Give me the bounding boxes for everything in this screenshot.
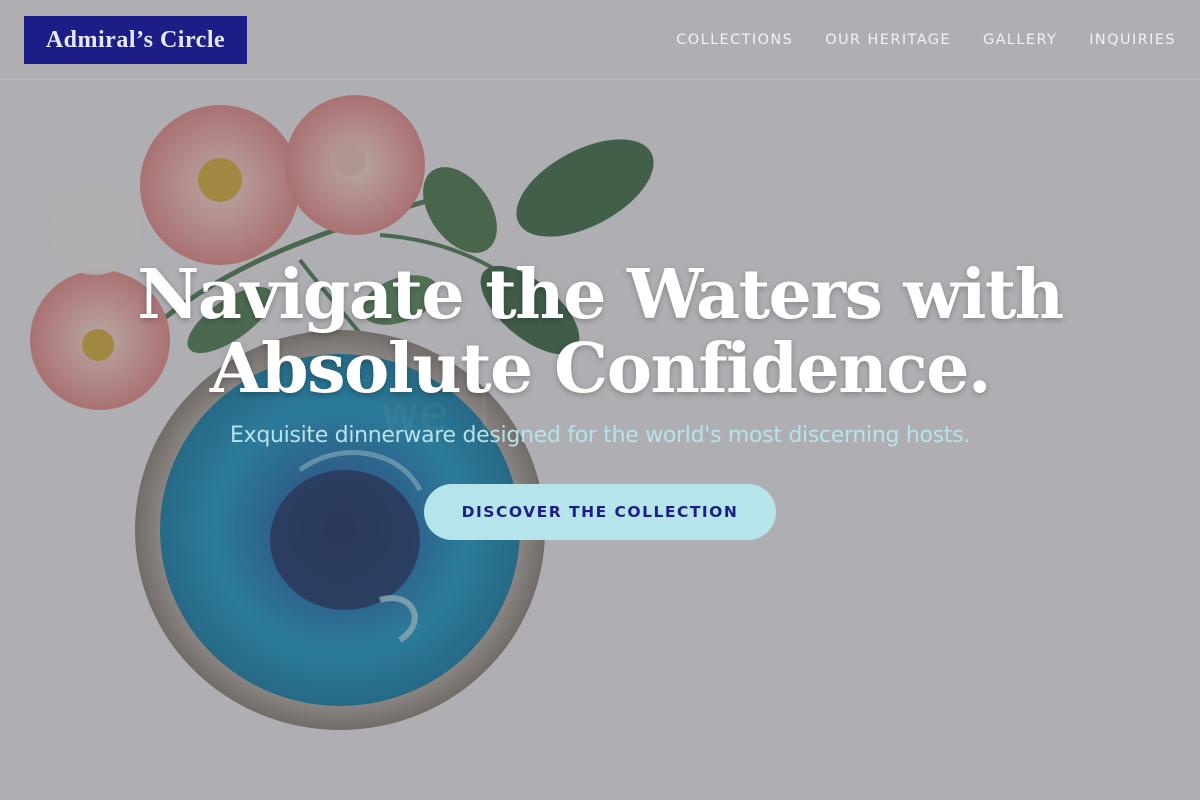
site-header: Admiral’s Circle COLLECTIONS OUR HERITAG… — [0, 0, 1200, 80]
hero-title-line-1: Navigate the Waters with — [137, 255, 1064, 335]
nav-link-inquiries[interactable]: INQUIRIES — [1089, 32, 1176, 48]
hero-title-line-2: Absolute Confidence. — [209, 329, 992, 409]
nav-link-collections[interactable]: COLLECTIONS — [676, 32, 793, 48]
hero-title: Navigate the Waters with Absolute Confid… — [100, 258, 1100, 406]
main-nav: COLLECTIONS OUR HERITAGE GALLERY INQUIRI… — [676, 0, 1176, 80]
nav-link-our-heritage[interactable]: OUR HERITAGE — [825, 32, 951, 48]
landing-page: we ❘❘❘ ❘❘ Admiral’s Circle COLLECTIONS O… — [0, 0, 1200, 800]
nav-link-gallery[interactable]: GALLERY — [983, 32, 1057, 48]
brand-logo[interactable]: Admiral’s Circle — [24, 16, 247, 64]
discover-collection-button[interactable]: DISCOVER THE COLLECTION — [424, 484, 776, 540]
hero-subtitle: Exquisite dinnerware designed for the wo… — [230, 423, 970, 448]
